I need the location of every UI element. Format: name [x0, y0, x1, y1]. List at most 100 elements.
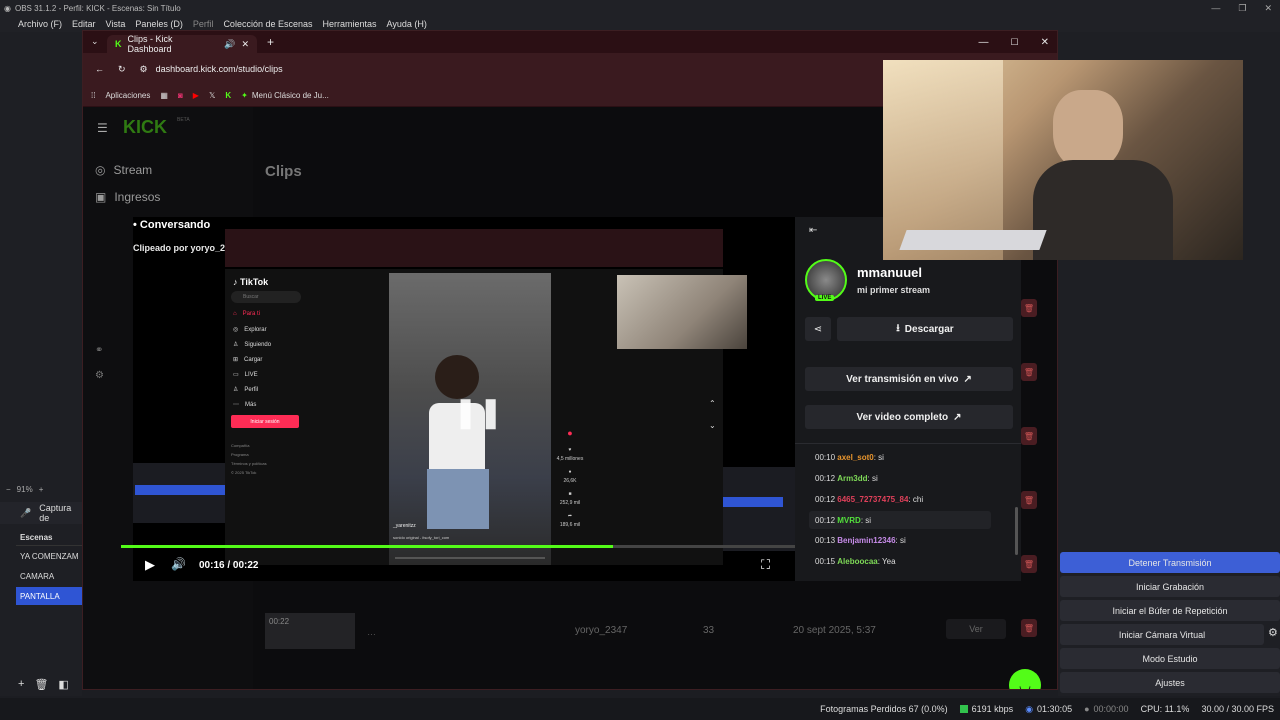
bookmark-menu[interactable]: Menú Clásico de Ju... — [252, 91, 329, 100]
menu-paneles[interactable]: Paneles (D) — [135, 19, 183, 29]
share-icon[interactable]: ➦ — [555, 512, 585, 521]
zoom-in-icon[interactable]: + — [39, 485, 44, 494]
zoom-out-icon[interactable]: − — [6, 485, 11, 494]
scroll-down-icon[interactable]: ⌄ — [709, 421, 716, 430]
browser-minimize-icon[interactable]: — — [979, 37, 989, 48]
virtual-camera-button[interactable]: Iniciar Cámara Virtual — [1060, 624, 1264, 645]
trash-icon[interactable]: 🗑 — [34, 678, 48, 691]
chat-user[interactable]: MVRD — [837, 516, 861, 525]
bookmark-apps[interactable]: Aplicaciones — [105, 91, 150, 100]
tiktok-login-button[interactable]: Iniciar sesión — [231, 415, 299, 428]
nav-ingresos[interactable]: ▣ Ingresos — [95, 190, 160, 204]
tab-close-icon[interactable]: ✕ — [241, 39, 249, 50]
youtube-icon[interactable]: ▶ — [193, 91, 199, 100]
game-icon[interactable]: ✦ — [241, 91, 248, 100]
stop-stream-button[interactable]: Detener Transmisión — [1060, 552, 1280, 573]
share-button[interactable]: ⋖ — [805, 317, 831, 341]
pause-icon[interactable]: ❚❚ — [453, 395, 503, 430]
delete-icon[interactable]: 🗑 — [1021, 555, 1037, 573]
kick-logo[interactable]: KICK — [123, 117, 167, 138]
tiktok-nav-upload[interactable]: ⊞ Cargar — [233, 356, 262, 364]
users-icon[interactable]: ⚭ — [95, 345, 103, 356]
scene-item-selected[interactable]: PANTALLA — [16, 587, 82, 605]
tiktok-search[interactable]: Buscar — [231, 291, 301, 303]
support-chat-icon[interactable]: ◡ — [1009, 669, 1041, 689]
clip-thumbnail[interactable]: 00:22 — [265, 613, 355, 649]
channel-name[interactable]: mmanuuel — [857, 265, 922, 280]
instagram-icon[interactable]: ◙ — [178, 91, 183, 100]
chat-user[interactable]: Arm3dd — [837, 474, 867, 483]
tiktok-nav-explore[interactable]: ◎ Explorar — [233, 326, 267, 334]
download-button[interactable]: ⭳ Descargar — [837, 317, 1013, 341]
x-icon[interactable]: 𝕏 — [209, 91, 215, 100]
new-tab-icon[interactable]: + — [267, 35, 274, 49]
tiktok-nav-more[interactable]: ⋯ Más — [233, 401, 256, 409]
delete-icon[interactable]: 🗑 — [1021, 299, 1037, 317]
filter-icon[interactable]: ◧ — [58, 678, 68, 691]
settings-icon[interactable]: ⚙ — [95, 370, 104, 381]
menu-perfil[interactable]: Perfil — [193, 19, 214, 29]
nav-stream[interactable]: ◎ Stream — [95, 163, 152, 177]
clip-player[interactable]: • Conversando Clipeado por yoryo_2347 • … — [121, 217, 795, 581]
site-info-icon[interactable]: ⚙ — [140, 64, 148, 75]
chat-user[interactable]: axel_sot0 — [837, 453, 873, 462]
browser-tab[interactable]: K Clips - Kick Dashboard 🔊 ✕ — [107, 34, 257, 54]
close-icon[interactable]: ✕ — [1264, 3, 1272, 14]
play-icon[interactable]: ▶ — [145, 557, 155, 573]
grid-icon[interactable]: ▦ — [160, 91, 168, 100]
browser-maximize-icon[interactable]: ☐ — [1011, 37, 1019, 48]
footer-link[interactable]: Programa — [231, 450, 267, 459]
clip-seekbar[interactable] — [121, 545, 795, 548]
menu-archivo[interactable]: Archivo (F) — [18, 19, 62, 29]
clip-menu-icon[interactable]: … — [367, 627, 376, 637]
gear-icon[interactable]: ⚙ — [1268, 626, 1278, 639]
start-recording-button[interactable]: Iniciar Grabación — [1060, 576, 1280, 597]
studio-mode-button[interactable]: Modo Estudio — [1060, 648, 1280, 669]
tiktok-nav-following[interactable]: ♙ Siguiendo — [233, 341, 271, 349]
add-icon[interactable]: + — [18, 678, 24, 691]
replay-buffer-button[interactable]: Iniciar el Búfer de Repetición — [1060, 600, 1280, 621]
watch-live-button[interactable]: Ver transmisión en vivo ↗ — [805, 367, 1013, 391]
chat-scrollbar[interactable] — [1015, 507, 1018, 555]
menu-ayuda[interactable]: Ayuda (H) — [387, 19, 427, 29]
tiktok-nav-live[interactable]: ▭ LIVE — [233, 371, 258, 379]
speaker-icon[interactable]: 🔊 — [224, 39, 235, 50]
tiktok-video[interactable]: ❚❚ _yarenitzz sonido original - itsofy_t… — [389, 273, 551, 565]
avatar-icon[interactable]: ● — [555, 429, 585, 438]
apps-icon[interactable]: ⁞⁞ — [91, 91, 95, 100]
footer-link[interactable]: Términos y políticas — [231, 459, 267, 468]
watch-full-button[interactable]: Ver video completo ↗ — [805, 405, 1013, 429]
scroll-up-icon[interactable]: ⌃ — [709, 399, 716, 408]
reload-icon[interactable]: ↻ — [118, 64, 126, 75]
tiktok-progress[interactable] — [395, 557, 545, 559]
heart-icon[interactable]: ♥ — [555, 446, 585, 455]
minimize-icon[interactable]: — — [1211, 3, 1220, 13]
delete-icon[interactable]: 🗑 — [1021, 619, 1037, 637]
delete-icon[interactable]: 🗑 — [1021, 427, 1037, 445]
footer-link[interactable]: Compañía — [231, 441, 267, 450]
tiktok-nav-foryou[interactable]: ⌂ Para ti — [233, 311, 260, 317]
chat-user[interactable]: Benjamin12346 — [837, 536, 895, 545]
hamburger-icon[interactable]: ☰ — [97, 121, 108, 135]
browser-close-icon[interactable]: ✕ — [1041, 37, 1049, 48]
chat-user[interactable]: Aleboocaa — [837, 557, 877, 566]
tiktok-nav-profile[interactable]: ♙ Perfil — [233, 386, 258, 394]
scene-item[interactable]: YA COMENZAM — [16, 547, 82, 565]
volume-icon[interactable]: 🔊 — [171, 557, 186, 571]
collapse-icon[interactable]: ⇤ — [809, 225, 817, 236]
bookmark-icon[interactable]: ■ — [555, 490, 585, 499]
fullscreen-icon[interactable]: ⛶ — [761, 557, 770, 573]
url-field[interactable]: dashboard.kick.com/studio/clips — [156, 64, 283, 74]
menu-editar[interactable]: Editar — [72, 19, 96, 29]
view-clip-button[interactable]: Ver — [946, 619, 1006, 639]
tab-search-icon[interactable]: ⌄ — [91, 36, 99, 47]
menu-herramientas[interactable]: Herramientas — [323, 19, 377, 29]
chat-user[interactable]: 6465_72737475_84 — [837, 495, 908, 504]
delete-icon[interactable]: 🗑 — [1021, 363, 1037, 381]
kick-icon[interactable]: K — [225, 91, 231, 100]
delete-icon[interactable]: 🗑 — [1021, 491, 1037, 509]
comment-icon[interactable]: ● — [555, 468, 585, 477]
maximize-icon[interactable]: ❐ — [1238, 3, 1246, 14]
scene-item[interactable]: CAMARA — [16, 567, 82, 585]
back-icon[interactable]: ← — [95, 64, 104, 74]
